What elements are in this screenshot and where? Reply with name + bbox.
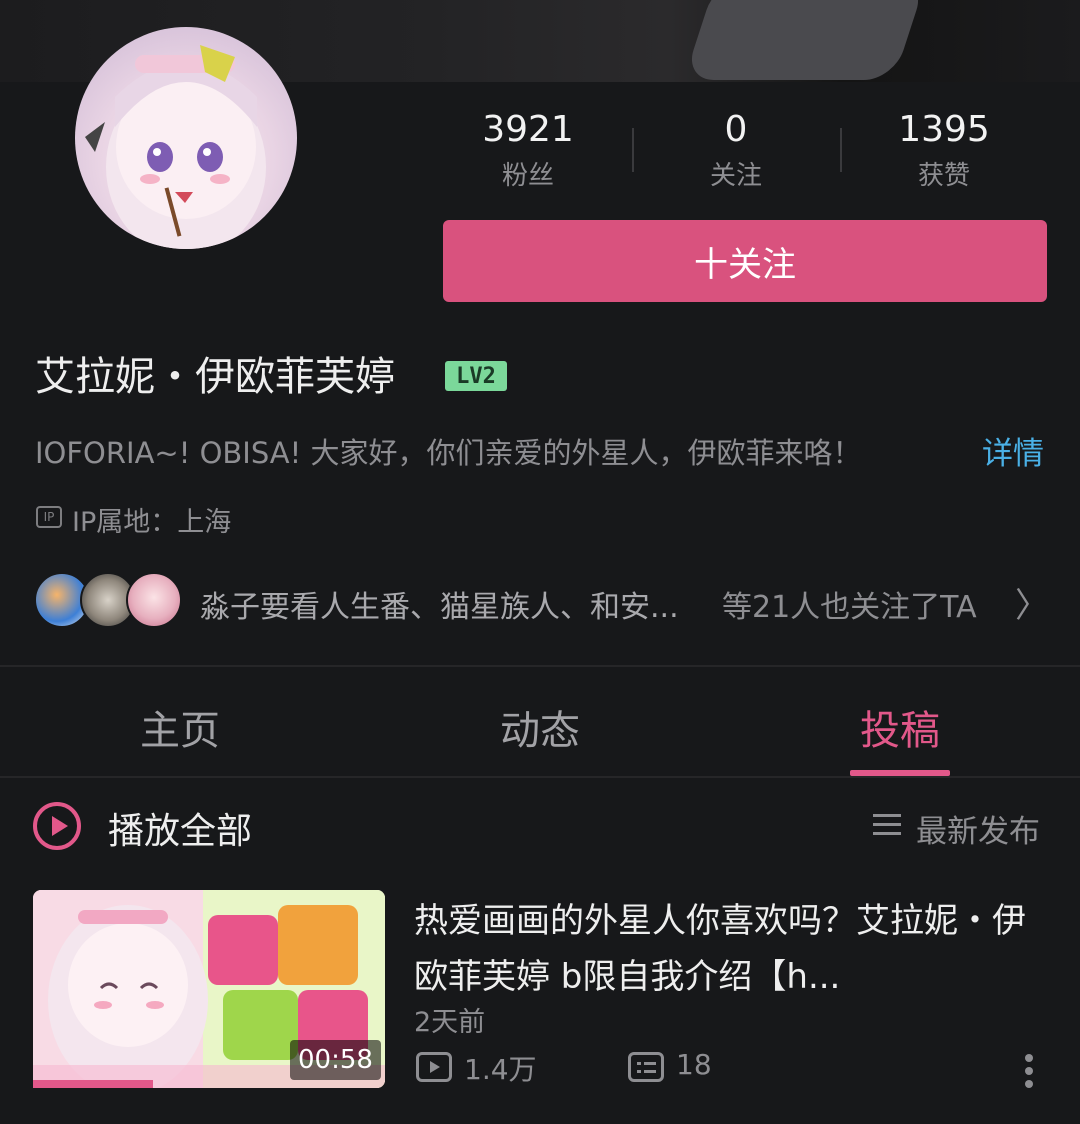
stat-likes[interactable]: 1395 获赞 [844,108,1044,196]
stat-label: 关注 [709,161,762,191]
tab-home[interactable]: 主页 [100,698,260,756]
tab-dynamics[interactable]: 动态 [460,698,620,756]
tabs-divider [0,776,1080,778]
ip-location: IP属地：上海 [72,507,232,538]
mutual-avatars[interactable] [34,572,194,632]
sort-dropdown[interactable]: 最新发布 [916,806,1040,851]
avatar-illustration [85,45,266,249]
ip-icon: IP [36,506,62,528]
chevron-right-icon[interactable]: 〉 [1015,578,1049,627]
level-badge: LV2 [445,361,507,391]
detail-link[interactable]: 详情 [982,428,1044,473]
more-options-icon[interactable] [1022,1054,1036,1094]
banner-graphic [683,0,927,80]
play-all-button[interactable]: 播放全部 [108,802,252,854]
stat-following[interactable]: 0 关注 [636,108,836,196]
stat-value: 1395 [898,109,990,150]
profile-name: 艾拉妮・伊欧菲芙婷 [35,354,395,400]
mutual-count[interactable]: 等21人也关注了TA [722,582,977,626]
profile-stats: 3921 粉丝 0 关注 1395 获赞 [443,108,1047,198]
video-publish-time: 2天前 [414,1007,486,1038]
video-title[interactable]: 热爱画画的外星人你喜欢吗？艾拉妮・伊欧菲芙婷 b限自我介绍【h... [414,893,1044,1005]
stat-label: 获赞 [917,161,970,191]
mutual-names[interactable]: 淼子要看人生番、猫星族人、和安... [200,582,679,626]
play-all-icon[interactable] [33,802,81,850]
stat-divider [840,128,842,172]
video-duration: 00:58 [290,1040,381,1080]
section-divider [0,665,1080,667]
stat-label: 粉丝 [501,161,554,191]
mutual-avatar [126,572,182,628]
play-count-icon [416,1052,452,1082]
stat-value: 0 [724,109,748,150]
stat-divider [632,128,634,172]
follow-button[interactable]: 十关注 [443,220,1047,302]
tab-submissions[interactable]: 投稿 [820,698,980,756]
video-danmaku-count: 18 [676,1048,712,1081]
stat-fans[interactable]: 3921 粉丝 [428,108,628,196]
avatar[interactable] [75,27,297,249]
danmaku-icon [628,1052,664,1082]
stat-value: 3921 [482,109,574,150]
profile-bio: IOFORIA~! OBISA! 大家好，你们亲爱的外星人，伊欧菲来咯！ [35,436,862,470]
video-views: 1.4万 [464,1053,537,1086]
watch-progress-bar [33,1080,153,1088]
sort-icon[interactable] [873,814,901,838]
